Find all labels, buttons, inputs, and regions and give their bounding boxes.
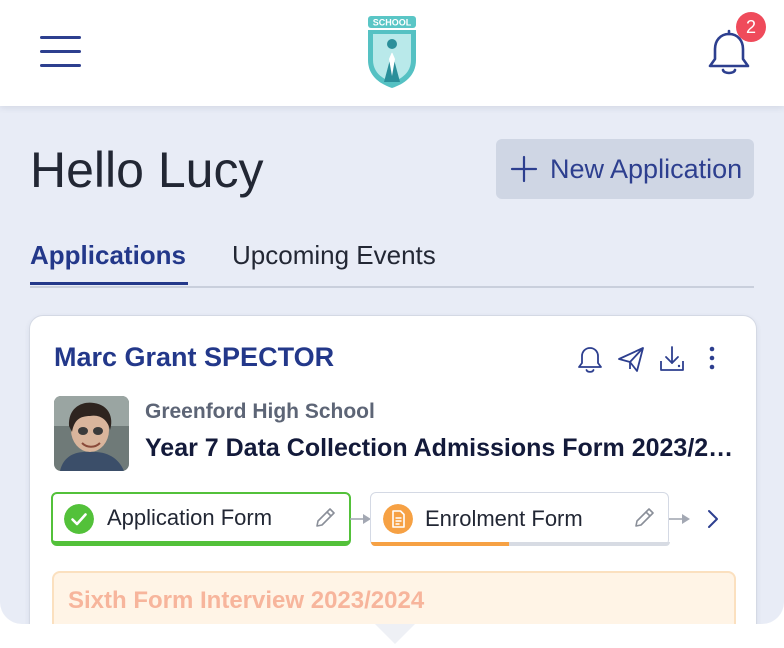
svg-text:SCHOOL: SCHOOL bbox=[373, 18, 412, 28]
download-icon[interactable] bbox=[658, 344, 686, 374]
step-label: Enrolment Form bbox=[425, 506, 583, 531]
plus-icon bbox=[510, 155, 538, 183]
form-title: Year 7 Data Collection Admissions Form 2… bbox=[145, 434, 741, 462]
tab-bar: Applications Upcoming Events bbox=[30, 236, 754, 288]
hamburger-menu-icon[interactable] bbox=[40, 36, 81, 68]
tab-applications[interactable]: Applications bbox=[30, 240, 189, 285]
school-name: Greenford High School bbox=[145, 400, 375, 423]
step-application-form[interactable]: Application Form bbox=[51, 492, 351, 546]
enrolment-progress-bar bbox=[371, 542, 509, 546]
school-logo: SCHOOL bbox=[368, 16, 416, 88]
step-enrolment-form[interactable]: Enrolment Form bbox=[370, 492, 670, 546]
check-circle-icon bbox=[64, 504, 94, 534]
student-photo bbox=[54, 396, 129, 471]
app-frame: SCHOOL 2 Hello Lucy New Application Appl… bbox=[0, 0, 784, 624]
next-application-title: Sixth Form Interview 2023/2024 bbox=[68, 587, 425, 614]
next-application-card[interactable]: Sixth Form Interview 2023/2024 bbox=[52, 571, 736, 624]
tab-upcoming-events[interactable]: Upcoming Events bbox=[232, 240, 436, 271]
pencil-icon[interactable] bbox=[632, 506, 656, 530]
new-application-label: New Application bbox=[550, 153, 743, 184]
greeting-heading: Hello Lucy bbox=[30, 142, 264, 198]
send-icon[interactable] bbox=[617, 344, 645, 374]
application-card: Marc Grant SPECTOR Greenford High School… bbox=[29, 315, 757, 624]
notification-count-badge: 2 bbox=[736, 12, 766, 42]
chevron-right-icon[interactable] bbox=[702, 507, 724, 531]
step-arrow-icon bbox=[669, 514, 690, 524]
more-vertical-icon[interactable] bbox=[702, 344, 722, 374]
tooltip-pointer bbox=[375, 624, 415, 644]
bell-icon[interactable] bbox=[576, 344, 604, 374]
document-icon bbox=[383, 504, 413, 534]
step-label: Application Form bbox=[107, 504, 273, 530]
pencil-icon[interactable] bbox=[313, 506, 337, 530]
top-bar: SCHOOL 2 bbox=[0, 0, 784, 106]
student-name: Marc Grant SPECTOR bbox=[54, 342, 335, 372]
new-application-button[interactable]: New Application bbox=[496, 139, 754, 199]
